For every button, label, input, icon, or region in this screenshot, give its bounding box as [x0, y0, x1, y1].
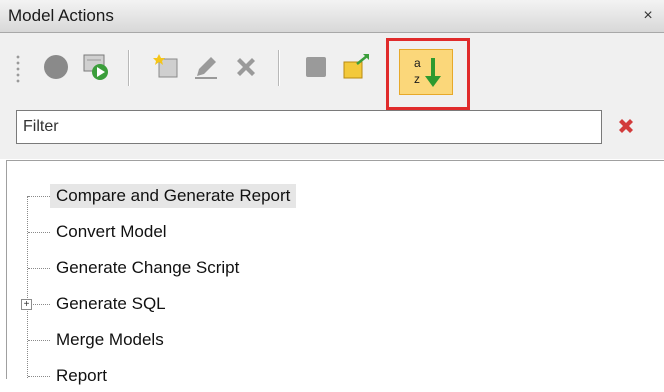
delete-button[interactable] — [228, 44, 264, 90]
svg-text:z: z — [414, 72, 420, 86]
new-icon — [153, 54, 178, 78]
toolbar-separator — [128, 50, 130, 86]
tree-item-merge-models[interactable]: Merge Models — [50, 324, 170, 356]
clear-filter-icon[interactable] — [616, 116, 636, 136]
export-icon — [343, 54, 369, 79]
edit-icon — [195, 57, 217, 79]
toolbar-separator — [278, 50, 280, 86]
tree-item-report[interactable]: Report — [50, 360, 113, 392]
record-button[interactable] — [38, 44, 74, 90]
export-button[interactable] — [338, 44, 374, 90]
svg-text:a: a — [414, 56, 421, 70]
tree-item-label: Convert Model — [56, 222, 167, 241]
tree-item-label: Merge Models — [56, 330, 164, 349]
new-button[interactable] — [148, 44, 184, 90]
tree-item-label: Generate SQL — [56, 294, 166, 313]
tree-connector — [28, 232, 50, 234]
record-icon — [44, 55, 68, 79]
window-title: Model Actions — [8, 6, 114, 25]
run-button[interactable] — [78, 44, 114, 90]
tree-connector — [28, 340, 50, 342]
edit-button[interactable] — [188, 44, 224, 90]
toolbar-grip[interactable] — [16, 54, 20, 84]
tree-item-compare-and-generate-report[interactable]: Compare and Generate Report — [50, 180, 297, 212]
tree-item-label: Compare and Generate Report — [50, 184, 297, 208]
tree-item-generate-change-script[interactable]: Generate Change Script — [50, 252, 245, 284]
filter-input[interactable] — [16, 110, 602, 144]
sort-az-button[interactable]: a z — [399, 49, 453, 95]
delete-icon — [237, 58, 255, 76]
run-icon — [83, 54, 108, 80]
tree-item-label: Report — [56, 366, 108, 385]
tree-item-label: Generate Change Script — [56, 258, 240, 277]
tree-connector — [28, 268, 50, 270]
close-icon[interactable]: × — [638, 6, 658, 26]
sort-az-icon: a z — [414, 56, 441, 87]
stop-button[interactable] — [298, 44, 334, 90]
tree-connector — [28, 196, 50, 198]
sort-button-highlight[interactable]: a z — [386, 38, 470, 110]
tree-item-convert-model[interactable]: Convert Model — [50, 216, 173, 248]
tree-item-generate-sql[interactable]: Generate SQL — [50, 288, 172, 320]
tree-connector — [27, 196, 29, 378]
expand-icon[interactable]: + — [21, 299, 32, 310]
tree-connector — [33, 304, 50, 306]
title-bar: Model Actions × — [0, 0, 664, 33]
stop-icon — [306, 57, 326, 77]
